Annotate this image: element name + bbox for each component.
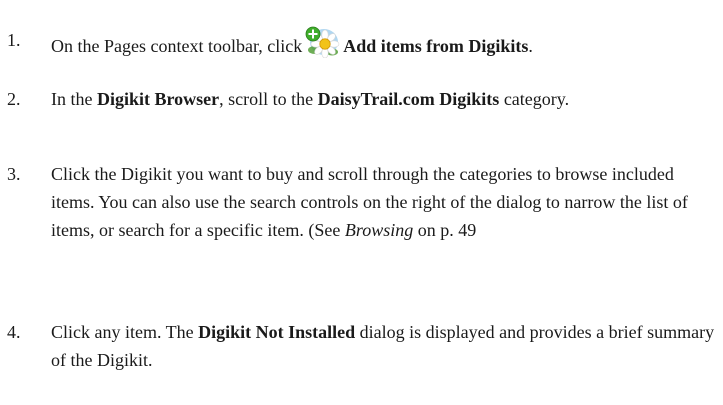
add-items-from-digikits-label: Add items from Digikits (343, 36, 529, 56)
step-2-text-b: , scroll to the (219, 89, 318, 109)
step-1-end: . (528, 36, 533, 56)
add-digikit-icon (304, 26, 340, 58)
daisytrail-digikits-label: DaisyTrail.com Digikits (317, 89, 500, 109)
instruction-page: 1. On the Pages context toolbar, click A… (0, 0, 723, 405)
step-text: Click the Digikit you want to buy and sc… (51, 160, 715, 244)
browsing-reference: Browsing (344, 220, 414, 240)
step-text: On the Pages context toolbar, click Add … (51, 26, 715, 60)
step-number: 1. (7, 30, 21, 50)
step-number: 3. (7, 164, 21, 184)
step-1-text: On the Pages context toolbar, click (51, 36, 303, 56)
step-text: In the Digikit Browser, scroll to the Da… (51, 85, 715, 113)
step-text: Click any item. The Digikit Not Installe… (51, 318, 715, 374)
step-2-text-a: In the (51, 89, 97, 109)
digikit-not-installed-label: Digikit Not Installed (198, 322, 356, 342)
step-2-text-c: category. (499, 89, 570, 109)
step-number: 2. (7, 89, 21, 109)
step-4-text-a: Click any item. The (51, 322, 199, 342)
digikit-browser-label: Digikit Browser (96, 89, 220, 109)
step-3-text-b: on p. 49 (413, 220, 477, 240)
step-number: 4. (7, 322, 21, 342)
